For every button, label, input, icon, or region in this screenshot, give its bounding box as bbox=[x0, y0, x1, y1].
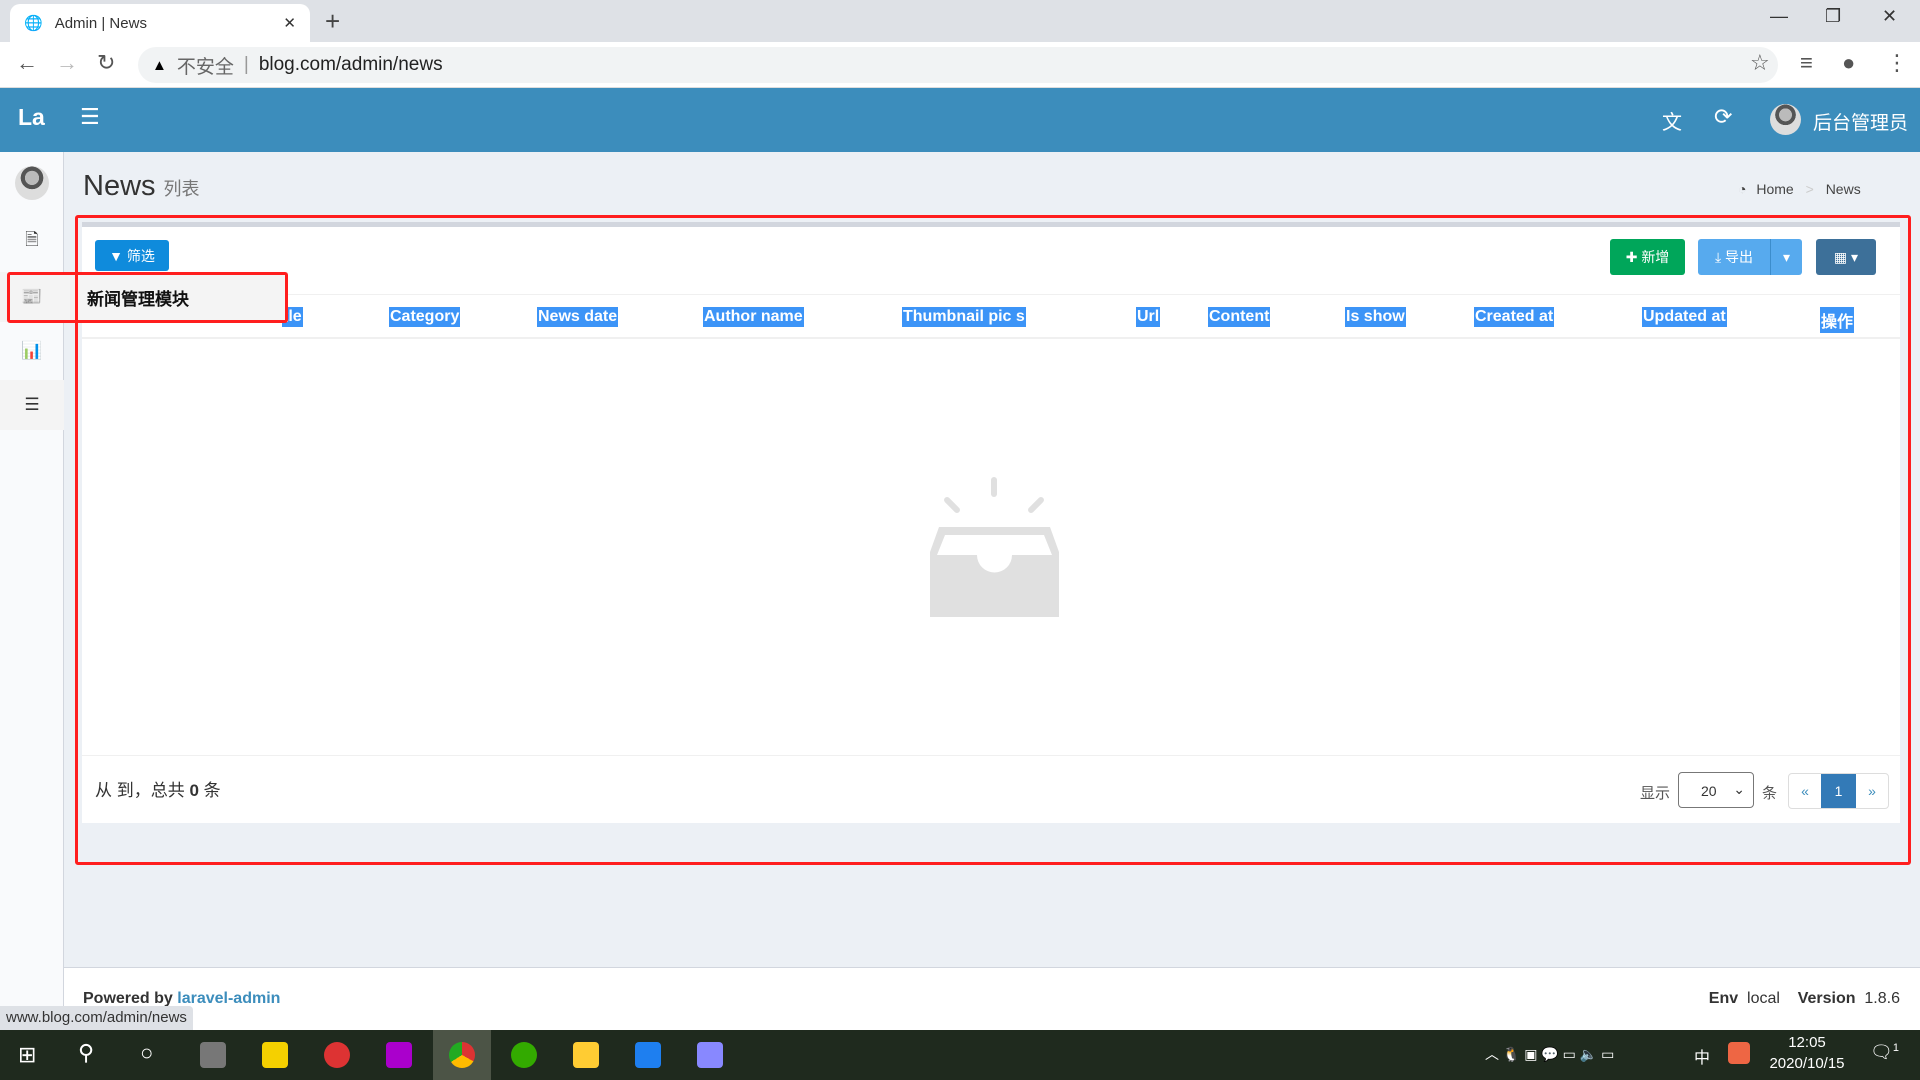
browser-tab[interactable]: 🌐 Admin | News ✕ bbox=[10, 4, 310, 42]
dashboard-icon: ◔ bbox=[1738, 181, 1747, 197]
page-footer: Powered by laravel-admin Env local Versi… bbox=[64, 967, 1920, 1030]
annotation-box-menu bbox=[7, 272, 288, 323]
address-bar-row: ← → ↻ ▲ 不安全 | blog.com/admin/news ☆ ≡ ● … bbox=[0, 42, 1920, 88]
breadcrumb: ◔ Home > News bbox=[1738, 181, 1861, 197]
version-value: 1.8.6 bbox=[1864, 990, 1900, 1007]
phpstorm-icon[interactable] bbox=[386, 1042, 412, 1068]
back-icon[interactable]: ← bbox=[16, 50, 38, 76]
close-window-button[interactable]: ✕ bbox=[1882, 6, 1897, 27]
windows-start-icon[interactable]: ⊞ bbox=[18, 1042, 36, 1068]
taskbar: ⊞ ⚲ ○ ︿ 🐧 ▣ 💬 ▭ 🔈 ▭ 中 12:05 2020/10/15 🗨1 bbox=[0, 1030, 1920, 1080]
user-avatar[interactable] bbox=[1770, 104, 1801, 135]
sidebar-toggle-icon[interactable]: ☰ bbox=[80, 104, 100, 130]
list-icon[interactable]: ☰ bbox=[0, 380, 64, 430]
sticky-notes-icon[interactable] bbox=[262, 1042, 288, 1068]
logo[interactable]: La bbox=[18, 104, 45, 131]
bookmark-star-icon[interactable]: ☆ bbox=[1750, 50, 1770, 76]
page-title: News 列表 bbox=[83, 170, 200, 202]
new-tab-button[interactable]: + bbox=[325, 6, 340, 37]
laravel-admin-link[interactable]: laravel-admin bbox=[177, 990, 280, 1007]
tray-icons[interactable]: ︿ 🐧 ▣ 💬 ▭ 🔈 ▭ bbox=[1485, 1044, 1614, 1064]
tab-title: Admin | News bbox=[54, 14, 147, 32]
powered-by: Powered by bbox=[83, 990, 173, 1007]
bar-chart-icon[interactable]: 📊 bbox=[0, 326, 64, 376]
translate-icon[interactable]: 文 bbox=[1662, 106, 1682, 135]
url-input[interactable]: ▲ 不安全 | blog.com/admin/news bbox=[138, 47, 1778, 83]
user-name[interactable]: 后台管理员 bbox=[1813, 108, 1908, 135]
annotation-box-grid bbox=[75, 215, 1911, 865]
browser-tab-bar: 🌐 Admin | News ✕ + — ❐ ✕ bbox=[0, 0, 1920, 42]
chrome-icon[interactable] bbox=[449, 1042, 475, 1068]
minimize-button[interactable]: — bbox=[1770, 6, 1788, 27]
globe-icon: 🌐 bbox=[24, 15, 43, 32]
env-value: local bbox=[1747, 990, 1780, 1007]
photos-icon[interactable] bbox=[697, 1042, 723, 1068]
status-url: www.blog.com/admin/news bbox=[0, 1006, 193, 1030]
top-navbar: La ☰ 文 ⟳ 后台管理员 bbox=[0, 88, 1920, 152]
cortana-icon[interactable]: ○ bbox=[140, 1040, 153, 1066]
notification-icon[interactable]: 🗨1 bbox=[1870, 1042, 1899, 1063]
sidebar-avatar bbox=[15, 166, 49, 200]
sublime-icon[interactable] bbox=[200, 1042, 226, 1068]
forward-icon[interactable]: → bbox=[56, 50, 78, 76]
app-icon[interactable] bbox=[324, 1042, 350, 1068]
restore-button[interactable]: ❐ bbox=[1825, 6, 1841, 27]
ime-indicator[interactable]: 中 bbox=[1694, 1044, 1710, 1068]
file-explorer-icon[interactable] bbox=[573, 1042, 599, 1068]
wps-icon[interactable] bbox=[635, 1042, 661, 1068]
breadcrumb-home[interactable]: Home bbox=[1756, 181, 1793, 197]
url-text: blog.com/admin/news bbox=[258, 54, 443, 75]
profile-icon[interactable]: ● bbox=[1842, 50, 1855, 76]
security-label: 不安全 bbox=[176, 56, 234, 78]
search-icon[interactable]: ⚲ bbox=[78, 1040, 94, 1066]
media-icon[interactable]: ≡ bbox=[1800, 50, 1813, 76]
page-subtitle: 列表 bbox=[163, 179, 200, 199]
app-icon-green[interactable] bbox=[511, 1042, 537, 1068]
breadcrumb-current: News bbox=[1825, 181, 1861, 197]
clock[interactable]: 12:05 2020/10/15 bbox=[1762, 1034, 1852, 1072]
close-tab-icon[interactable]: ✕ bbox=[283, 14, 296, 32]
document-icon[interactable]: 🗎 bbox=[0, 216, 64, 266]
warning-icon: ▲ bbox=[152, 56, 167, 74]
reload-icon[interactable]: ↻ bbox=[97, 50, 115, 76]
refresh-icon[interactable]: ⟳ bbox=[1714, 104, 1732, 130]
sogou-icon[interactable] bbox=[1728, 1042, 1750, 1064]
menu-icon[interactable]: ⋮ bbox=[1886, 50, 1908, 76]
